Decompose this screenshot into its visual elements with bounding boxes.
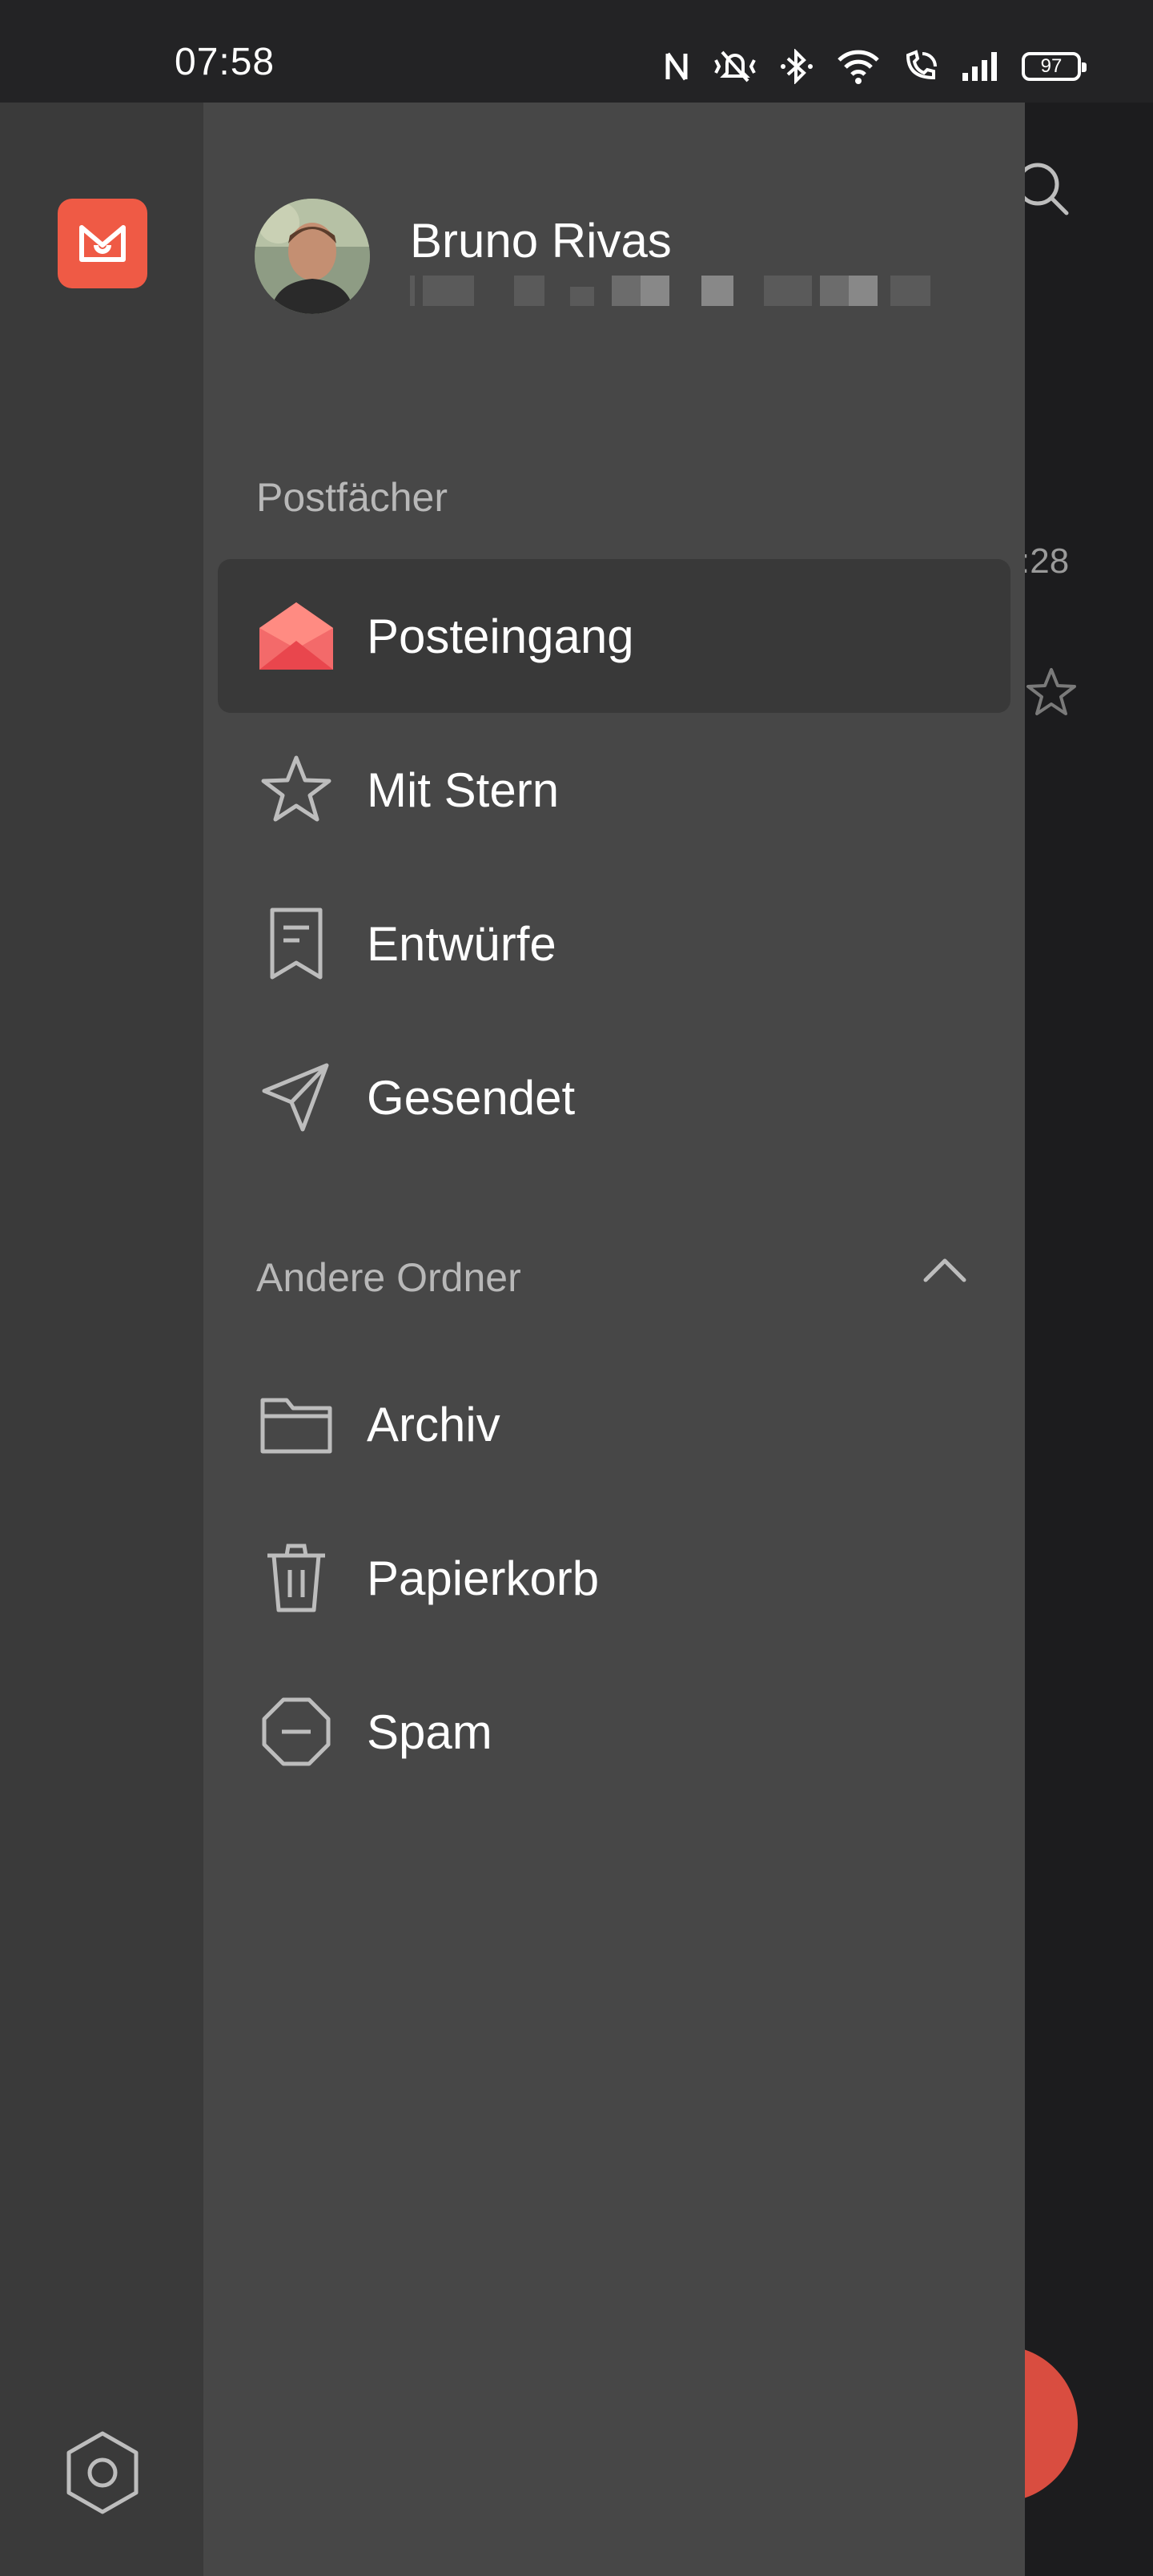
sent-icon [255,1056,338,1139]
avatar[interactable] [255,199,370,314]
nav-label: Mit Stern [367,763,560,817]
account-rail [0,103,203,2576]
section-title-other-folders: Andere Ordner [256,1255,521,1300]
section-title-mailboxes: Postfächer [256,475,448,520]
nav-item-spam[interactable]: Spam [218,1655,1010,1809]
status-bar: 07:58 97 [0,0,1153,103]
account-name: Bruno Rivas [410,214,672,268]
wifi-icon [836,49,881,84]
wifi-call-icon [902,49,940,84]
settings-icon [62,2431,143,2520]
nav-label: Papierkorb [367,1551,600,1605]
bluetooth-icon [780,49,815,84]
nav-item-archive[interactable]: Archiv [218,1347,1010,1501]
mail-time-fragment: :28 [1020,541,1070,581]
nav-item-inbox[interactable]: Posteingang [218,559,1010,713]
inbox-icon [255,594,338,678]
nav-label: Gesendet [367,1070,576,1125]
nav-item-starred[interactable]: Mit Stern [218,713,1010,867]
draft-icon [255,902,338,985]
mail-list-background [1025,103,1153,2576]
signal-icon [961,50,1001,83]
star-icon [255,748,338,831]
nav-label: Spam [367,1705,492,1759]
trash-icon [255,1536,338,1620]
star-icon[interactable] [1023,665,1079,725]
app-logo-icon[interactable] [58,199,147,288]
nav-item-sent[interactable]: Gesendet [218,1020,1010,1174]
spam-icon [255,1690,338,1773]
status-time: 07:58 [175,41,275,83]
vibrate-icon [711,49,759,84]
chevron-up-icon[interactable] [921,1254,969,1286]
nav-item-drafts[interactable]: Entwürfe [218,867,1010,1020]
nav-label: Archiv [367,1397,500,1451]
folder-icon [255,1383,338,1466]
settings-button[interactable] [62,2429,143,2517]
nav-label: Posteingang [367,609,634,663]
battery-icon: 97 [1022,52,1087,81]
navigation-drawer: Bruno Rivas Postfächer Posteingang Mit S… [203,103,1025,2576]
nav-item-trash[interactable]: Papierkorb [218,1501,1010,1655]
account-email-redacted [410,276,938,308]
account-header[interactable]: Bruno Rivas [255,199,991,319]
nfc-icon [663,50,690,83]
nav-label: Entwürfe [367,916,556,971]
status-icons: 97 [663,46,1087,87]
